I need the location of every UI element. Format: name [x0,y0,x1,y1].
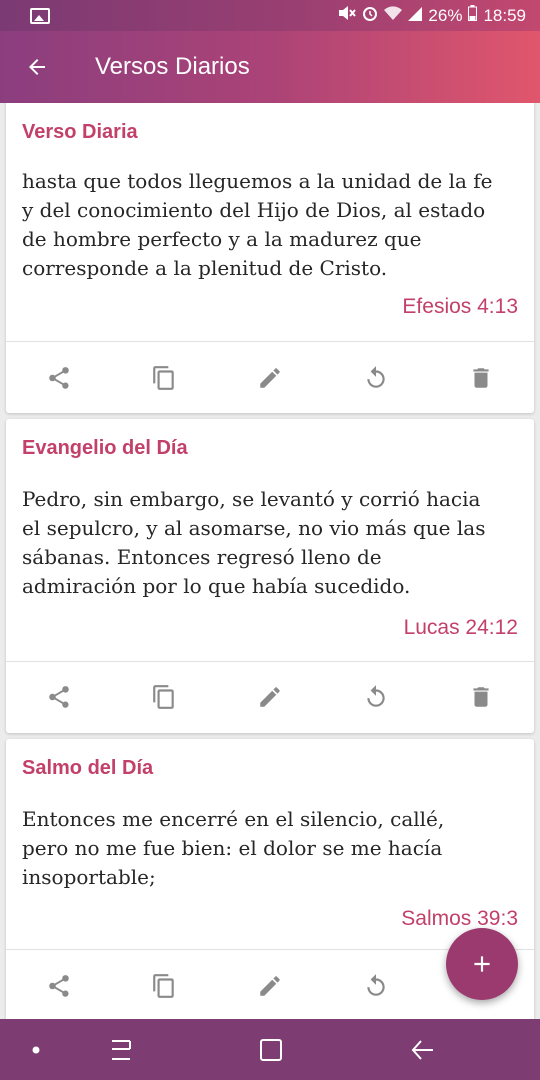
status-bar: 26% 18:59 [0,0,540,31]
app-bar: Versos Diarios [0,31,540,103]
refresh-button[interactable] [323,661,429,733]
back-icon [411,1039,433,1060]
refresh-button[interactable] [323,950,429,1019]
battery-level: 26% [428,5,463,25]
share-icon [49,686,69,708]
dot-icon [32,1046,40,1053]
share-icon [49,975,69,997]
mute-icon [338,5,357,26]
copy-icon [153,685,175,709]
home-icon [260,1038,282,1061]
system-back-button[interactable] [398,1019,448,1080]
card-reference: Lucas 24:12 [403,616,518,639]
card-actions [6,342,534,414]
nav-dot[interactable] [18,1019,54,1080]
card-text: hasta que todos lleguemos a la unidad de… [22,169,493,280]
home-button[interactable] [246,1019,296,1080]
clock: 18:59 [483,5,526,25]
add-verse-button[interactable] [446,928,518,1000]
card-text: Pedro, sin embargo, se levantó y corrió … [22,487,486,598]
edit-button[interactable] [217,950,323,1019]
battery-icon [468,5,478,26]
delete-button[interactable] [428,342,534,414]
share-icon [49,367,69,389]
navigation-bar [0,1019,540,1080]
verse-card: Evangelio del Día Pedro, sin embargo, se… [6,419,534,733]
card-actions [6,661,534,733]
recent-apps-button[interactable] [96,1019,146,1080]
verse-card: Verso Diaria hasta que todos lleguemos a… [6,103,534,413]
add-icon [474,956,490,972]
alarm-icon [362,5,378,26]
refresh-icon [366,974,385,996]
copy-icon [153,366,175,390]
back-button[interactable] [0,31,74,103]
card-title: Verso Diaria [22,121,138,143]
edit-icon [260,687,280,707]
copy-icon [153,974,175,998]
card-title: Salmo del Día [22,757,154,779]
share-button[interactable] [6,342,112,414]
card-title: Evangelio del Día [22,437,188,459]
page-title: Versos Diarios [95,53,250,80]
edit-button[interactable] [217,342,323,414]
delete-icon [473,687,489,707]
wifi-icon [384,5,403,26]
edit-icon [260,976,280,996]
recent-apps-icon [112,1039,131,1060]
share-button[interactable] [6,950,112,1019]
refresh-icon [366,685,385,707]
edit-button[interactable] [217,661,323,733]
arrow-back-icon [29,59,45,75]
verse-list[interactable]: Verso Diaria hasta que todos lleguemos a… [0,103,540,1019]
card-reference: Efesios 4:13 [402,295,518,318]
copy-button[interactable] [112,661,218,733]
copy-button[interactable] [112,950,218,1019]
edit-icon [260,368,280,388]
card-reference: Salmos 39:3 [401,907,518,930]
image-icon [30,7,50,24]
delete-button[interactable] [428,661,534,733]
copy-button[interactable] [112,342,218,414]
refresh-button[interactable] [323,342,429,414]
signal-icon [408,6,423,26]
share-button[interactable] [6,661,112,733]
delete-icon [473,368,489,388]
refresh-icon [366,366,385,388]
card-text: Entonces me encerré en el silencio, call… [22,807,445,889]
